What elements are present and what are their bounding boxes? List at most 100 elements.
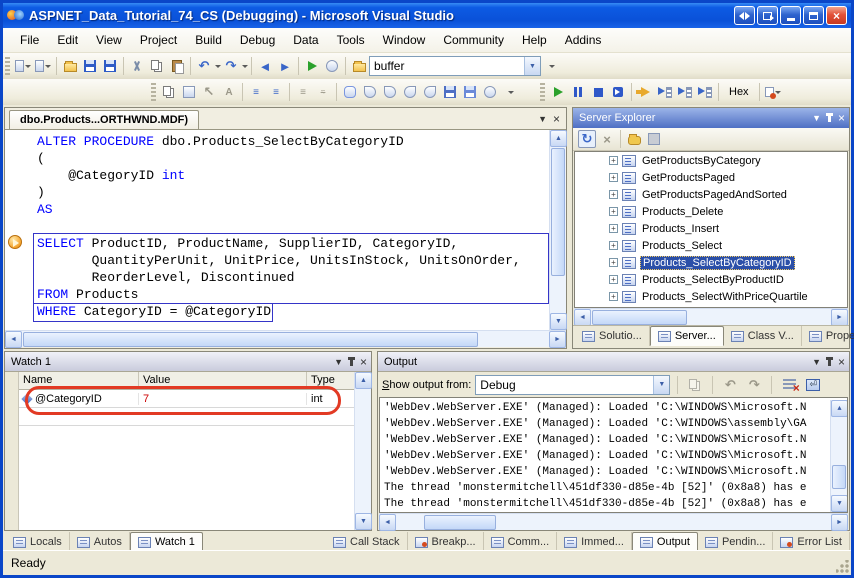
tree-item-products-selectbyproductid[interactable]: +Products_SelectByProductID bbox=[575, 271, 847, 288]
menu-item-community[interactable]: Community bbox=[434, 30, 513, 50]
rounded-rect-button[interactable] bbox=[341, 83, 359, 101]
output-horizontal-scrollbar[interactable]: ◄ ► bbox=[379, 513, 848, 530]
menu-item-view[interactable]: View bbox=[87, 30, 131, 50]
select-pointer-button[interactable]: ↖ bbox=[200, 83, 218, 101]
search-combobox[interactable]: buffer ▼ bbox=[369, 56, 541, 76]
editor-horizontal-scrollbar[interactable]: ◄ ► bbox=[5, 330, 566, 347]
search-scope-button[interactable] bbox=[350, 57, 368, 75]
toolbar-options-chevron[interactable] bbox=[542, 57, 560, 75]
expand-plus-icon[interactable]: + bbox=[609, 207, 618, 216]
toolbar-grip[interactable] bbox=[5, 57, 10, 75]
continue-button[interactable] bbox=[549, 83, 567, 101]
tab-call-stack[interactable]: Call Stack bbox=[326, 532, 408, 552]
tab-autos[interactable]: Autos bbox=[70, 532, 130, 552]
expand-plus-icon[interactable]: + bbox=[609, 190, 618, 199]
refresh-button[interactable]: ↻ bbox=[578, 130, 596, 148]
tab-output[interactable]: Output bbox=[632, 532, 698, 552]
next-message-button[interactable]: ↷ bbox=[745, 376, 763, 394]
menu-item-edit[interactable]: Edit bbox=[48, 30, 87, 50]
save-all-button[interactable] bbox=[101, 57, 119, 75]
editor-toolbar-overflow[interactable] bbox=[501, 83, 519, 101]
menu-item-build[interactable]: Build bbox=[186, 30, 231, 50]
search-dropdown-icon[interactable]: ▼ bbox=[524, 57, 540, 75]
code-editor[interactable]: ALTER PROCEDURE dbo.Products_SelectByCat… bbox=[5, 130, 549, 330]
expand-plus-icon[interactable]: + bbox=[609, 224, 618, 233]
window-position-chevron-icon[interactable]: ▼ bbox=[334, 357, 343, 367]
scroll-right-icon[interactable]: ► bbox=[549, 331, 566, 348]
document-list-chevron-icon[interactable]: ▼ bbox=[538, 114, 547, 124]
editor-tab[interactable]: dbo.Products...ORTHWND.MDF) bbox=[9, 110, 199, 129]
query-pane4-button[interactable] bbox=[421, 83, 439, 101]
auto-hide-pin-icon[interactable] bbox=[350, 358, 353, 366]
tree-item-products-delete[interactable]: +Products_Delete bbox=[575, 203, 847, 220]
output-titlebar[interactable]: Output ▼ × bbox=[378, 352, 849, 372]
tab-comm[interactable]: Comm... bbox=[484, 532, 558, 552]
editor-vertical-scrollbar[interactable]: ▲ ▼ bbox=[549, 130, 566, 330]
output-vscroll-thumb[interactable] bbox=[832, 465, 846, 489]
texteditor-toolbar-grip[interactable] bbox=[151, 83, 156, 101]
expand-plus-icon[interactable]: + bbox=[609, 275, 618, 284]
pane-switch-button[interactable] bbox=[734, 6, 755, 25]
tree-item-products-update[interactable]: +Products_Update bbox=[575, 305, 847, 308]
stop-debugging-button[interactable] bbox=[589, 83, 607, 101]
scroll-left-icon[interactable]: ◄ bbox=[574, 309, 591, 326]
scroll-down-icon[interactable]: ▼ bbox=[831, 495, 848, 512]
watch-row-categoryid[interactable]: @CategoryID7int bbox=[19, 390, 354, 408]
tab-pendin[interactable]: Pendin... bbox=[698, 532, 773, 552]
redo-dropdown[interactable] bbox=[242, 65, 248, 68]
tab-breakp[interactable]: Breakp... bbox=[408, 532, 484, 552]
tree-item-products-insert[interactable]: +Products_Insert bbox=[575, 220, 847, 237]
auto-hide-pin-icon[interactable] bbox=[828, 358, 831, 366]
tree-item-products-selectwithpricequartile[interactable]: +Products_SelectWithPriceQuartile bbox=[575, 288, 847, 305]
delete-button[interactable]: × bbox=[598, 130, 616, 148]
expand-plus-icon[interactable]: + bbox=[609, 156, 618, 165]
font-button[interactable]: A bbox=[220, 83, 238, 101]
new-website-button[interactable] bbox=[14, 57, 32, 75]
editor-close-icon[interactable]: × bbox=[553, 112, 560, 126]
restart-button[interactable] bbox=[609, 83, 627, 101]
debug-toolbar-grip[interactable] bbox=[540, 83, 545, 101]
tree-item-getproductspaged[interactable]: +GetProductsPaged bbox=[575, 169, 847, 186]
hex-toggle-button[interactable]: Hex bbox=[723, 83, 755, 101]
menu-item-help[interactable]: Help bbox=[513, 30, 556, 50]
undo-button[interactable]: ↶ bbox=[195, 57, 213, 75]
undo-dropdown[interactable] bbox=[215, 65, 221, 68]
clear-all-button[interactable] bbox=[780, 376, 798, 394]
decrease-indent-button[interactable]: ≡ bbox=[247, 83, 265, 101]
minimize-button[interactable] bbox=[780, 6, 801, 25]
column-name[interactable]: Name bbox=[19, 372, 139, 389]
run-query-button[interactable] bbox=[461, 83, 479, 101]
output-source-dropdown-icon[interactable]: ▼ bbox=[653, 376, 669, 394]
scroll-down-icon[interactable]: ▼ bbox=[550, 313, 567, 330]
show-next-statement-button[interactable] bbox=[636, 83, 654, 101]
tree-item-products-select[interactable]: +Products_Select bbox=[575, 237, 847, 254]
cut-button[interactable] bbox=[128, 57, 146, 75]
menu-item-debug[interactable]: Debug bbox=[231, 30, 284, 50]
editor-hscroll-thumb[interactable] bbox=[23, 332, 478, 347]
comment-button[interactable]: ≡ bbox=[294, 83, 312, 101]
tree-hscroll-thumb[interactable] bbox=[592, 310, 687, 325]
watch-close-icon[interactable]: × bbox=[360, 355, 367, 369]
expand-plus-icon[interactable]: + bbox=[609, 258, 618, 267]
break-all-button[interactable] bbox=[569, 83, 587, 101]
menu-item-data[interactable]: Data bbox=[284, 30, 327, 50]
tab-proper[interactable]: Proper... bbox=[802, 326, 854, 346]
step-into-button[interactable] bbox=[656, 83, 674, 101]
find-in-files-button[interactable] bbox=[323, 57, 341, 75]
server-explorer-close-icon[interactable]: × bbox=[838, 111, 845, 125]
tree-horizontal-scrollbar[interactable]: ◄ ► bbox=[574, 308, 848, 325]
tab-solutio[interactable]: Solutio... bbox=[575, 326, 650, 346]
tab-immed[interactable]: Immed... bbox=[557, 532, 632, 552]
verify-sql-button[interactable] bbox=[441, 83, 459, 101]
scroll-right-icon[interactable]: ► bbox=[831, 514, 848, 531]
scroll-up-icon[interactable]: ▲ bbox=[355, 372, 372, 389]
add-item-button[interactable] bbox=[34, 57, 52, 75]
output-source-combobox[interactable]: Debug ▼ bbox=[475, 375, 670, 395]
watch-titlebar[interactable]: Watch 1 ▼ × bbox=[5, 352, 371, 372]
properties-window-button[interactable] bbox=[160, 83, 178, 101]
maximize-button[interactable] bbox=[803, 6, 824, 25]
query-pane2-button[interactable] bbox=[381, 83, 399, 101]
start-debug-button[interactable] bbox=[303, 57, 321, 75]
navigate-forward-button[interactable]: ► bbox=[276, 57, 294, 75]
expand-plus-icon[interactable]: + bbox=[609, 292, 618, 301]
